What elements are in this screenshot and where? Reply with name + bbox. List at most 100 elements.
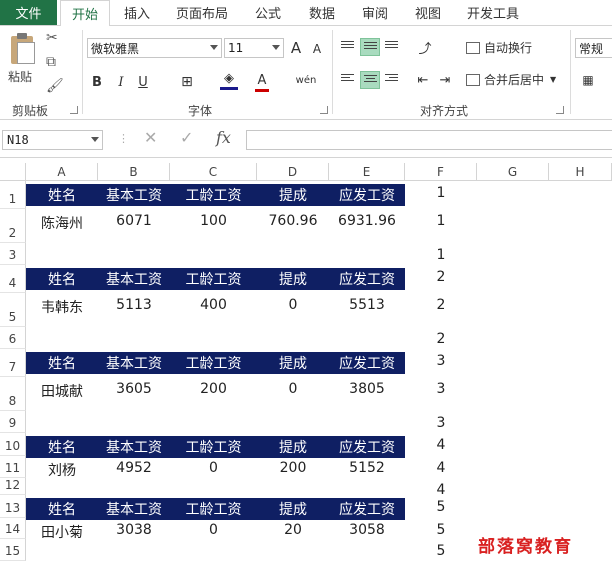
name-box[interactable]: N18 bbox=[2, 130, 103, 150]
header-cell[interactable]: 工龄工资 bbox=[170, 436, 257, 458]
fill-color-icon[interactable]: ◈ bbox=[220, 70, 238, 90]
cut-icon[interactable]: ✂ bbox=[46, 30, 58, 46]
column-header-c[interactable]: C bbox=[170, 163, 257, 181]
borders-icon[interactable]: ⊞ bbox=[178, 72, 196, 92]
column-f-cell[interactable]: 4 bbox=[405, 435, 477, 455]
row-header-3[interactable]: 3 bbox=[0, 243, 26, 265]
header-cell[interactable]: 应发工资 bbox=[329, 184, 405, 206]
enter-icon[interactable]: ✓ bbox=[180, 128, 193, 147]
font-name-select[interactable]: 微软雅黑 bbox=[87, 38, 222, 58]
header-cell[interactable]: 应发工资 bbox=[329, 498, 405, 520]
header-cell[interactable]: 工龄工资 bbox=[170, 498, 257, 520]
row-header-11[interactable]: 11 bbox=[0, 456, 26, 478]
row-header-10[interactable]: 10 bbox=[0, 433, 26, 456]
insert-function-icon[interactable]: fx bbox=[216, 128, 231, 147]
header-cell[interactable]: 提成 bbox=[257, 498, 329, 520]
header-cell[interactable]: 姓名 bbox=[26, 184, 98, 206]
row-header-14[interactable]: 14 bbox=[0, 518, 26, 539]
header-cell[interactable]: 应发工资 bbox=[329, 352, 405, 374]
row-header-2[interactable]: 2 bbox=[0, 209, 26, 243]
cancel-icon[interactable]: ✕ bbox=[144, 128, 157, 147]
tab-formulas[interactable]: 公式 bbox=[246, 0, 290, 25]
tab-page-layout[interactable]: 页面布局 bbox=[170, 0, 234, 25]
header-cell[interactable]: 基本工资 bbox=[98, 436, 170, 458]
align-right-icon[interactable] bbox=[382, 71, 402, 89]
bold-button[interactable]: B bbox=[89, 72, 105, 92]
header-cell[interactable]: 基本工资 bbox=[98, 352, 170, 374]
header-cell[interactable]: 姓名 bbox=[26, 268, 98, 290]
tab-home[interactable]: 开始 bbox=[60, 0, 110, 26]
header-cell[interactable]: 工龄工资 bbox=[170, 268, 257, 290]
row-header-8[interactable]: 8 bbox=[0, 377, 26, 411]
shrink-font-button[interactable]: A bbox=[310, 40, 324, 58]
column-header-d[interactable]: D bbox=[257, 163, 329, 181]
align-top-icon[interactable] bbox=[338, 38, 358, 56]
merge-center-button[interactable]: 合并后居中 ▼ bbox=[466, 71, 556, 88]
column-f-cell[interactable]: 3 bbox=[405, 351, 477, 371]
data-cell[interactable]: 6931.96 bbox=[329, 209, 405, 243]
clipboard-launcher-icon[interactable] bbox=[70, 106, 78, 114]
column-f-cell[interactable]: 3 bbox=[405, 413, 477, 433]
phonetic-guide-button[interactable]: wén bbox=[296, 70, 317, 90]
decrease-indent-icon[interactable]: ⇤ bbox=[414, 71, 432, 89]
italic-button[interactable]: I bbox=[113, 72, 129, 92]
row-header-1[interactable]: 1 bbox=[0, 181, 26, 209]
align-bottom-icon[interactable] bbox=[382, 38, 402, 56]
column-f-cell[interactable]: 2 bbox=[405, 295, 477, 315]
header-cell[interactable]: 提成 bbox=[257, 268, 329, 290]
wrap-text-button[interactable]: 自动换行 bbox=[466, 39, 532, 56]
header-cell[interactable]: 工龄工资 bbox=[170, 184, 257, 206]
data-cell[interactable]: 3058 bbox=[329, 518, 405, 539]
align-left-icon[interactable] bbox=[338, 71, 358, 89]
data-cell[interactable]: 760.96 bbox=[257, 209, 329, 243]
row-header-4[interactable]: 4 bbox=[0, 265, 26, 293]
data-cell[interactable]: 20 bbox=[257, 518, 329, 539]
row-header-12[interactable]: 12 bbox=[0, 478, 26, 495]
underline-button[interactable]: U bbox=[135, 72, 151, 92]
row-header-6[interactable]: 6 bbox=[0, 327, 26, 349]
data-cell[interactable]: 韦韩东 bbox=[26, 293, 98, 327]
header-cell[interactable]: 提成 bbox=[257, 352, 329, 374]
tab-view[interactable]: 视图 bbox=[406, 0, 450, 25]
font-launcher-icon[interactable] bbox=[320, 106, 328, 114]
column-f-cell[interactable]: 3 bbox=[405, 379, 477, 399]
data-cell[interactable]: 100 bbox=[170, 209, 257, 243]
tab-insert[interactable]: 插入 bbox=[112, 0, 162, 25]
column-f-cell[interactable]: 4 bbox=[405, 458, 477, 478]
orientation-icon[interactable]: ⤴ bbox=[414, 38, 436, 57]
data-cell[interactable]: 3038 bbox=[98, 518, 170, 539]
paste-button[interactable]: 粘贴 bbox=[8, 68, 32, 85]
header-cell[interactable]: 工龄工资 bbox=[170, 352, 257, 374]
column-header-e[interactable]: E bbox=[329, 163, 405, 181]
column-f-cell[interactable]: 5 bbox=[405, 541, 477, 561]
data-cell[interactable]: 田小菊 bbox=[26, 518, 98, 541]
data-cell[interactable]: 0 bbox=[257, 293, 329, 327]
grow-font-button[interactable]: A bbox=[288, 38, 304, 58]
row-header-9[interactable]: 9 bbox=[0, 411, 26, 433]
header-cell[interactable]: 姓名 bbox=[26, 498, 98, 520]
data-cell[interactable]: 5113 bbox=[98, 293, 170, 327]
row-header-7[interactable]: 7 bbox=[0, 349, 26, 377]
data-cell[interactable]: 0 bbox=[257, 377, 329, 411]
column-header-b[interactable]: B bbox=[98, 163, 170, 181]
number-format-select[interactable]: 常规 bbox=[575, 38, 612, 58]
header-cell[interactable]: 应发工资 bbox=[329, 436, 405, 458]
data-cell[interactable]: 田城献 bbox=[26, 377, 98, 411]
data-cell[interactable]: 200 bbox=[170, 377, 257, 411]
data-cell[interactable]: 400 bbox=[170, 293, 257, 327]
header-cell[interactable]: 应发工资 bbox=[329, 268, 405, 290]
data-cell[interactable]: 5152 bbox=[329, 456, 405, 478]
header-cell[interactable]: 基本工资 bbox=[98, 498, 170, 520]
worksheet-grid[interactable]: ABCDEFGH 1 2 3 4 5 6 7 8 9 10 11 12 13 14 15 姓名 基本工资 工龄工… bbox=[0, 158, 612, 574]
accounting-format-icon[interactable]: ▦ bbox=[578, 71, 598, 89]
column-f-cell[interactable]: 5 bbox=[405, 520, 477, 540]
header-cell[interactable]: 姓名 bbox=[26, 436, 98, 458]
paste-icon[interactable] bbox=[8, 32, 38, 66]
column-f-cell[interactable]: 1 bbox=[405, 211, 477, 231]
tab-file[interactable]: 文件 bbox=[0, 0, 57, 25]
row-header-15[interactable]: 15 bbox=[0, 539, 26, 561]
row-header-5[interactable]: 5 bbox=[0, 293, 26, 327]
data-cell[interactable]: 6071 bbox=[98, 209, 170, 243]
column-header-g[interactable]: G bbox=[477, 163, 549, 181]
header-cell[interactable]: 基本工资 bbox=[98, 268, 170, 290]
